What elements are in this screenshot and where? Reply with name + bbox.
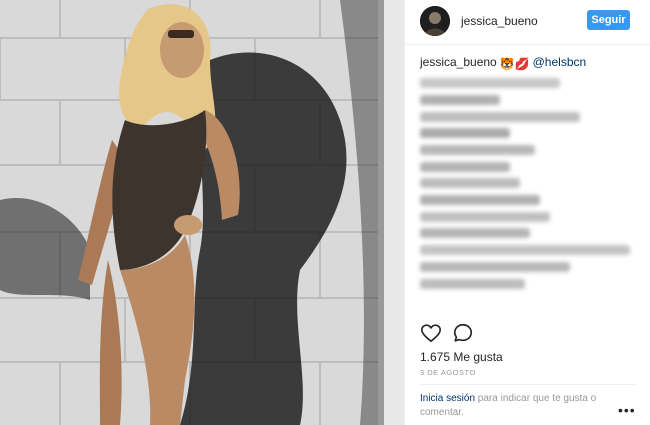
blurred-line	[420, 279, 525, 289]
caption-author[interactable]: jessica_bueno	[420, 55, 497, 69]
blurred-line	[420, 228, 530, 238]
avatar-photo	[420, 6, 450, 36]
blurred-line	[420, 145, 535, 155]
blurred-line	[420, 178, 520, 188]
blurred-line	[420, 212, 550, 222]
post-side-panel: jessica_bueno Seguir jessica_bueno 🐯💋 @hel…	[404, 0, 650, 425]
more-options-button[interactable]: •••	[618, 402, 636, 418]
login-prompt: Inicia sesión para indicar que te gusta …	[420, 392, 620, 420]
blurred-line	[420, 78, 560, 88]
blurred-line	[420, 128, 510, 138]
photo-illustration	[0, 0, 404, 425]
caption-emoji: 🐯💋	[499, 57, 530, 71]
post-header: jessica_bueno Seguir	[405, 0, 650, 45]
post-photo[interactable]	[0, 0, 404, 425]
blurred-line	[420, 195, 540, 205]
blurred-line	[420, 95, 500, 105]
divider	[420, 384, 636, 385]
follow-button[interactable]: Seguir	[587, 10, 630, 30]
blurred-line	[420, 245, 630, 255]
login-link[interactable]: Inicia sesión	[420, 393, 475, 404]
caption-mention[interactable]: @helsbcn	[533, 55, 587, 69]
instagram-post: jessica_bueno Seguir jessica_bueno 🐯💋 @hel…	[0, 0, 650, 425]
comment-bubble-icon[interactable]	[452, 322, 474, 344]
post-date[interactable]: 3 DE AGOSTO	[420, 368, 476, 377]
username-link[interactable]: jessica_bueno	[461, 14, 538, 28]
likes-count: 1.675 Me gusta	[420, 350, 503, 364]
caption: jessica_bueno 🐯💋 @helsbcn	[420, 55, 640, 71]
post-actions	[420, 320, 480, 344]
blurred-line	[420, 262, 570, 272]
blurred-line	[420, 162, 510, 172]
avatar[interactable]	[420, 6, 450, 36]
blurred-line	[420, 112, 580, 122]
heart-outline-icon[interactable]	[420, 322, 442, 344]
